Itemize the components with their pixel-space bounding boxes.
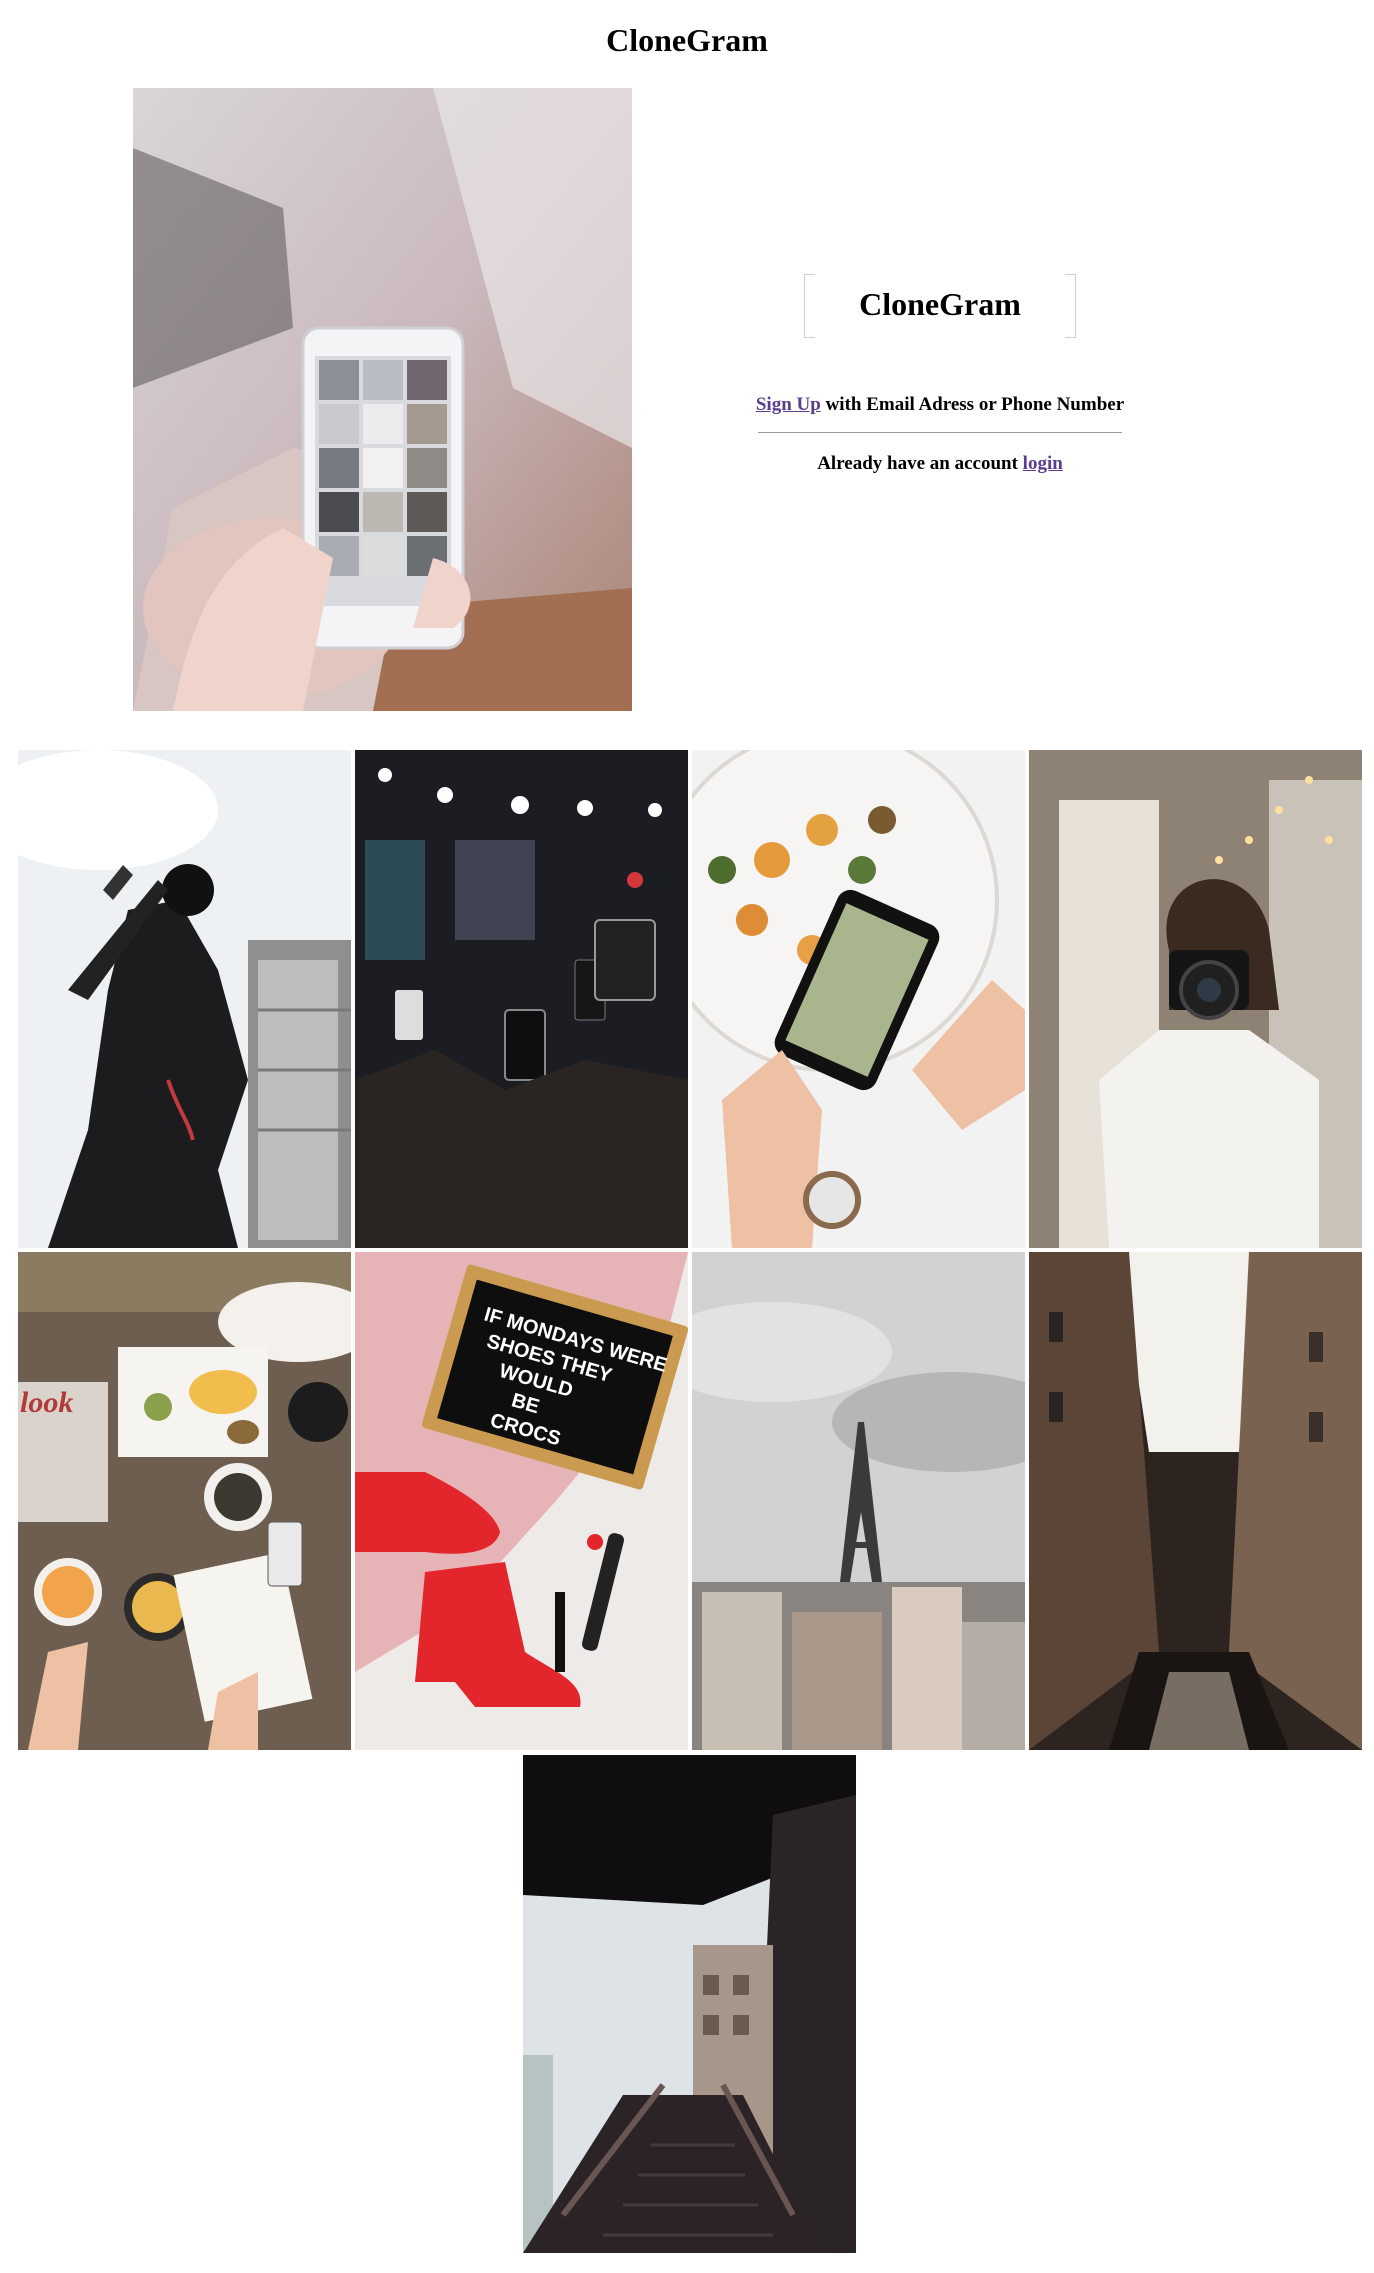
gallery-photo-rifle[interactable]: [18, 750, 351, 1248]
signup-line: Sign Up with Email Adress or Phone Numbe…: [740, 394, 1140, 416]
page-title: CloneGram: [606, 22, 768, 58]
hero-phone-image: [133, 88, 632, 711]
logo-bracket-left: [804, 274, 815, 338]
gallery-photo-boots[interactable]: IF MONDAYS WERE SHOES THEY WOULD BE CROC…: [355, 1252, 688, 1750]
login-line: Already have an account login: [740, 453, 1140, 475]
signup-rest-text: with Email Adress or Phone Number: [820, 394, 1125, 415]
gallery-photo-concert[interactable]: [355, 750, 688, 1248]
login-prefix-text: Already have an account: [817, 453, 1023, 474]
signup-link[interactable]: Sign Up: [756, 394, 821, 415]
gallery-photo-canal[interactable]: [1029, 1252, 1362, 1750]
gallery-photo-stairs[interactable]: [523, 1755, 856, 2253]
divider: [758, 432, 1122, 433]
gallery-photo-camera[interactable]: [1029, 750, 1362, 1248]
login-link[interactable]: login: [1023, 453, 1063, 474]
magazine-title: look: [20, 1386, 73, 1419]
logo-bracket-right: [1065, 274, 1076, 338]
gallery-photo-food[interactable]: [692, 750, 1025, 1248]
gallery-photo-breakfast[interactable]: look: [18, 1252, 351, 1750]
logo-box: CloneGram: [804, 270, 1076, 338]
gallery-photo-eiffel[interactable]: [692, 1252, 1025, 1750]
logo-text: CloneGram: [859, 285, 1021, 322]
auth-panel: CloneGram Sign Up with Email Adress or P…: [740, 270, 1140, 475]
